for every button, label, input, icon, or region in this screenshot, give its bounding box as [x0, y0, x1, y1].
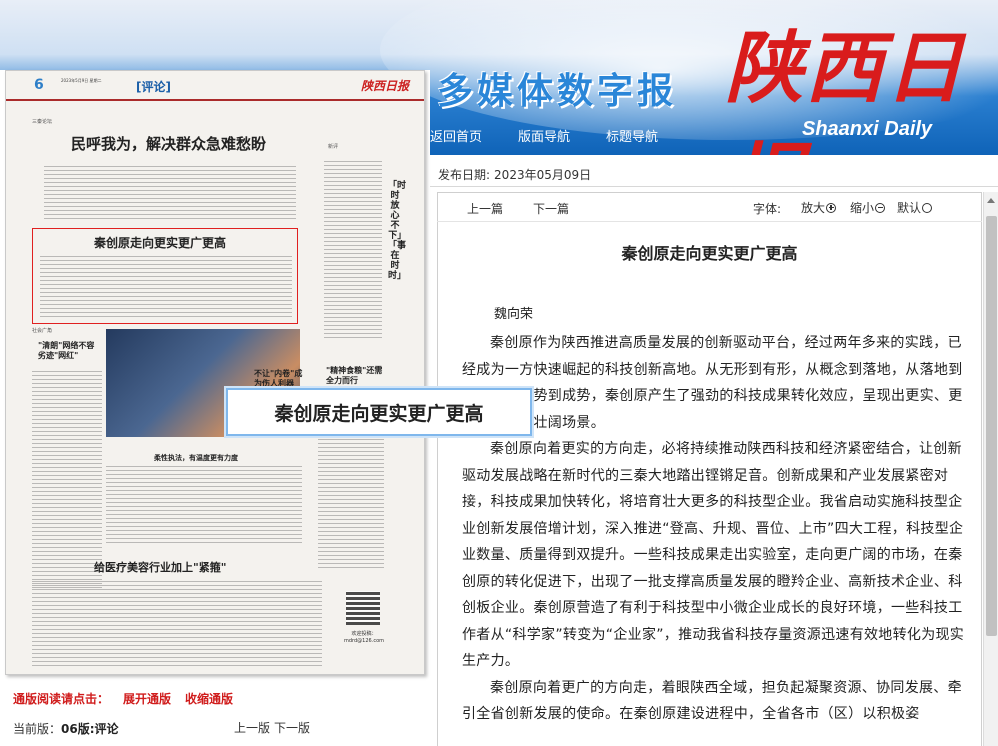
paper-column-label: 社会广角	[32, 328, 53, 334]
paper-text-block	[106, 466, 302, 546]
collapse-full-page-link[interactable]: 收缩通版	[185, 690, 233, 707]
article-paragraph: 秦创原向着更广的方向走，着眼陕西全域，担负起凝聚资源、协同发展、牵引全省创新发展…	[462, 679, 962, 723]
toolbar-divider	[437, 221, 982, 222]
paper-column-label: 三秦论坛	[32, 119, 53, 125]
paper-side-headline[interactable]: "清朗"网络不容劣迹"网红"	[38, 341, 100, 361]
article-scrollbar[interactable]	[983, 192, 998, 746]
paper-headline[interactable]: 柔性执法，有温度更有力度	[154, 453, 238, 463]
nav-title-nav-link[interactable]: 标题导航	[606, 126, 658, 150]
font-size-label: 字体:	[753, 202, 782, 216]
font-default-label: 默认	[897, 201, 922, 215]
font-larger-button[interactable]: 放大	[801, 199, 837, 216]
article-body: 秦创原作为陕西推进高质量发展的创新驱动平台，经过两年多来的实践，已经成为一方快速…	[462, 330, 970, 728]
zoom-out-icon	[875, 202, 886, 213]
expand-full-page-link[interactable]: 展开通版	[123, 690, 171, 707]
scrollbar-thumb[interactable]	[986, 216, 997, 636]
prev-article-link[interactable]: 上一篇	[467, 200, 503, 217]
nav-page-nav-link[interactable]: 版面导航	[518, 126, 570, 150]
divider	[430, 186, 998, 187]
article-paragraph: 秦创原向着更实的方向走，必将持续推动陕西科技和经济紧密结合，让创新驱动发展战略在…	[462, 441, 965, 669]
paper-side-headline[interactable]: 不让"内卷"成为伤人利器	[254, 369, 304, 389]
article-title-tooltip: 秦创原走向更实更广更高	[226, 388, 532, 436]
site-title: 多媒体数字报	[437, 71, 678, 112]
paper-text-block	[44, 166, 296, 222]
reset-icon	[922, 202, 933, 213]
font-smaller-label: 缩小	[850, 201, 875, 215]
full-page-reading-row: 通版阅读请点击： 展开通版 收缩通版	[13, 690, 233, 707]
paper-headline[interactable]: 民呼我为，解决群众急难愁盼	[71, 133, 266, 154]
paper-date-block: 2023年5月9日 星期二	[61, 78, 102, 83]
article-author: 魏向荣	[494, 307, 534, 322]
scroll-up-arrow-icon[interactable]	[987, 198, 995, 203]
current-page-label: 当前版：	[13, 722, 62, 736]
paper-text-block	[32, 371, 102, 591]
current-page-value: 06版:评论	[61, 722, 119, 736]
paper-side-headline[interactable]: "精神食粮"还需全力而行	[326, 366, 386, 386]
next-article-link[interactable]: 下一篇	[533, 200, 569, 217]
paper-headline[interactable]: 给医疗美容行业加上"紧箍"	[94, 559, 226, 575]
paper-column-label: 新评	[328, 144, 339, 150]
qr-code	[346, 591, 380, 625]
page-pager: 上一版 下一版	[234, 719, 310, 736]
paper-section-label: [评论]	[136, 80, 171, 94]
article-paragraph: 秦创原作为陕西推进高质量发展的创新驱动平台，经过两年多来的实践，已经成为一方快速…	[462, 335, 963, 431]
prev-page-link[interactable]: 上一版	[234, 719, 270, 736]
publish-date: 发布日期: 2023年05月09日	[438, 166, 591, 183]
newspaper-page-image[interactable]: 6 2023年5月9日 星期二 [评论] 陕西日报 三秦论坛 新评 社会广角 民…	[5, 70, 425, 675]
publish-date-label: 发布日期:	[438, 168, 491, 182]
newspaper-pane: 6 2023年5月9日 星期二 [评论] 陕西日报 三秦论坛 新评 社会广角 民…	[0, 70, 532, 746]
qr-caption: 欢迎投稿：mdrd@126.com	[344, 631, 384, 644]
current-page-indicator: 当前版：06版:评论	[13, 720, 119, 737]
zoom-in-icon	[826, 202, 837, 213]
font-default-button[interactable]: 默认	[897, 199, 933, 216]
paper-text-block	[32, 581, 322, 666]
font-smaller-button[interactable]: 缩小	[850, 199, 886, 216]
font-larger-label: 放大	[801, 201, 826, 215]
top-nav: 返回首页 版面导航 标题导航	[430, 126, 658, 150]
paper-text-block	[40, 256, 292, 318]
page: 多媒体数字报 陕西日报 Shaanxi Daily 返回首页 版面导航 标题导航…	[0, 0, 998, 746]
nav-home-link[interactable]: 返回首页	[430, 126, 482, 150]
paper-page-number: 6	[34, 77, 44, 93]
paper-vertical-headline[interactable]: 「时时放心不下」「事在时时」	[388, 181, 406, 281]
next-page-link[interactable]: 下一版	[274, 719, 310, 736]
newspaper-logo-en: Shaanxi Daily	[802, 118, 933, 140]
paper-headline-selected[interactable]: 秦创原走向更实更广更高	[94, 234, 226, 251]
full-page-label: 通版阅读请点击：	[13, 692, 110, 706]
article-title: 秦创原走向更实更广更高	[621, 244, 798, 263]
paper-text-block	[324, 161, 382, 341]
publish-date-value: 2023年05月09日	[494, 168, 592, 182]
article-toolbar: 上一篇 下一篇 字体: 放大 缩小 默认	[437, 193, 982, 221]
paper-mini-logo: 陕西日报	[361, 79, 410, 93]
